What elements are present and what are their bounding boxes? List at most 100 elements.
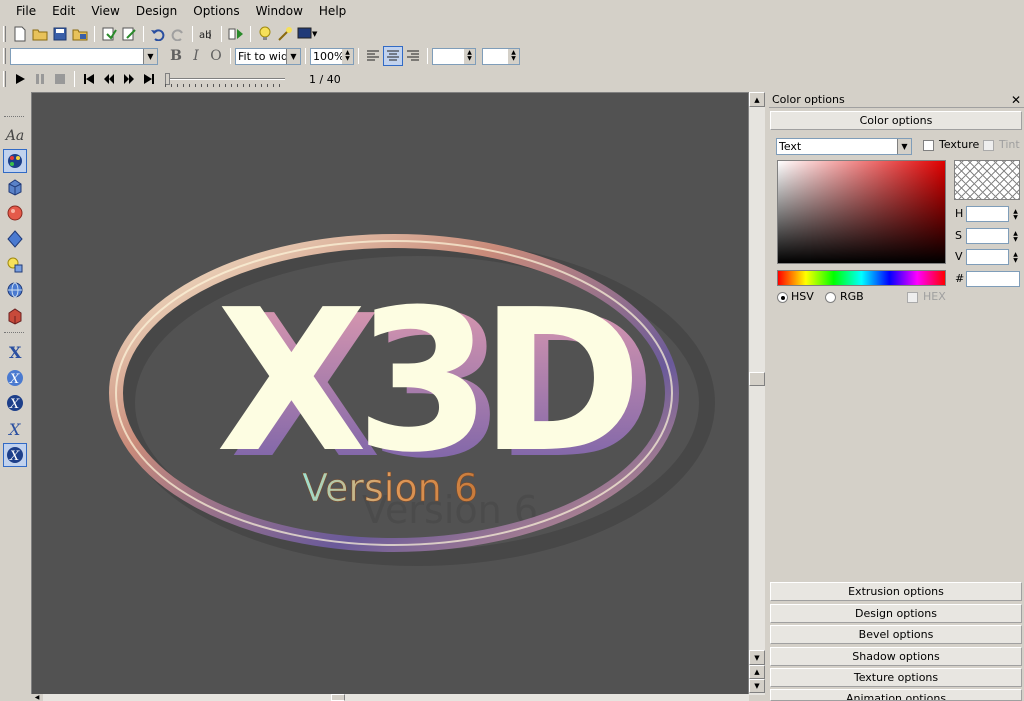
align-center-icon[interactable] [383,46,403,66]
new-file-icon[interactable] [10,24,30,44]
menu-design[interactable]: Design [128,0,185,22]
menu-window[interactable]: Window [248,0,311,22]
open-folder-icon[interactable] [30,24,50,44]
menu-edit[interactable]: Edit [44,0,83,22]
extrude-tool-icon[interactable] [3,175,27,199]
x-style-4-icon[interactable]: X [3,417,27,441]
color-preview-swatch [954,160,1020,200]
vertical-scrollbar[interactable]: ▲ ▼ ▲ ▼ [749,92,765,695]
fit-value: Fit to widt [238,49,293,63]
scroll-down-icon[interactable]: ▼ [749,650,765,665]
svg-text:X: X [9,449,20,464]
page-up-icon[interactable]: ▲ [749,665,765,679]
fit-combo[interactable]: Fit to widt ▼ [235,47,301,65]
texture-options-header[interactable]: Texture options [770,668,1022,687]
save-all-icon[interactable] [70,24,90,44]
x-style-2-icon[interactable]: X [3,366,27,390]
close-icon[interactable]: ✕ [1011,92,1021,108]
align-left-icon[interactable] [363,46,383,66]
next-frame-icon[interactable] [119,69,139,89]
bevel-options-header[interactable]: Bevel options [770,625,1022,644]
value-input[interactable] [966,249,1009,265]
frame-slider[interactable] [165,71,289,87]
play-icon[interactable] [10,69,30,89]
rgb-label: RGB [840,290,864,303]
text-tool-icon[interactable]: Aa [3,124,27,148]
logo-text: X3D [216,268,632,496]
menu-view[interactable]: View [83,0,127,22]
last-frame-icon[interactable] [139,69,159,89]
save-icon[interactable] [50,24,70,44]
extrusion-options-header[interactable]: Extrusion options [770,582,1022,601]
shadow-options-header[interactable]: Shadow options [770,647,1022,666]
lights-tool-icon[interactable] [3,253,27,277]
scroll-up-icon[interactable]: ▲ [749,92,765,107]
light-tool-icon[interactable] [3,227,27,251]
spinner-arrows-icon[interactable]: ▲ ▼ [1010,229,1021,244]
outline-button[interactable]: O [206,46,226,66]
hue-slider[interactable] [777,270,946,286]
panel-title: Color options ✕ [769,92,1024,108]
horizontal-scrollbar[interactable]: ◀ [31,694,749,701]
color-options-header[interactable]: Color options [770,111,1022,130]
spacing-spinner[interactable]: ▲ ▼ [432,47,476,65]
hue-input[interactable] [966,206,1009,222]
logo-subtitle: Version 6 [302,466,478,510]
spinner-arrows-icon[interactable]: ▲ ▼ [508,48,519,64]
x-style-5-icon[interactable]: X [3,443,27,467]
undo-icon[interactable] [148,24,168,44]
dropdown-arrow-icon[interactable]: ▼ [312,30,317,38]
color-target-value: Text [779,140,802,153]
size-spinner[interactable]: ▲ ▼ [482,47,520,65]
chevron-down-icon[interactable]: ▼ [286,48,300,64]
redo-icon[interactable] [168,24,188,44]
font-combo[interactable]: ▼ [10,47,158,65]
wand-icon[interactable] [275,24,295,44]
menu-help[interactable]: Help [311,0,354,22]
prev-frame-icon[interactable] [99,69,119,89]
stop-icon[interactable] [50,69,70,89]
saturation-value-picker[interactable] [777,160,946,264]
chevron-down-icon[interactable]: ▼ [897,139,911,154]
hex-checkbox[interactable] [907,292,918,303]
page-down-icon[interactable]: ▼ [749,679,765,693]
zoom-spinner[interactable]: 100% ▲ ▼ [310,47,354,65]
hex-color-input[interactable] [966,271,1020,287]
export-icon[interactable] [119,24,139,44]
hsv-radio[interactable] [777,292,788,303]
align-right-icon[interactable] [403,46,423,66]
color-target-select[interactable]: Text ▼ [776,138,912,155]
rgb-radio[interactable] [825,292,836,303]
x-style-3-icon[interactable]: X [3,391,27,415]
x-style-1-icon[interactable]: X [3,340,27,364]
color-tool-icon[interactable] [3,149,27,173]
canvas[interactable]: Version 6 X3D X3D Version 6 [31,92,749,695]
first-frame-icon[interactable] [79,69,99,89]
scroll-thumb[interactable] [749,372,765,386]
import-icon[interactable] [99,24,119,44]
menu-file[interactable]: File [8,0,44,22]
box-tool-icon[interactable] [3,304,27,328]
sphere-tool-icon[interactable] [3,201,27,225]
italic-button[interactable]: I [186,46,206,66]
render-icon[interactable] [226,24,246,44]
saturation-input[interactable] [966,228,1009,244]
texture-checkbox[interactable] [923,140,934,151]
globe-tool-icon[interactable] [3,278,27,302]
hscroll-thumb[interactable] [331,694,345,701]
spinner-arrows-icon[interactable]: ▲ ▼ [1010,207,1021,222]
svg-text:X: X [7,420,21,438]
tint-checkbox[interactable] [983,140,994,151]
animation-options-header[interactable]: Animation options [770,689,1022,701]
pause-icon[interactable] [30,69,50,89]
chevron-down-icon[interactable]: ▼ [143,48,157,64]
spell-check-icon[interactable]: ab [197,24,217,44]
menu-options[interactable]: Options [185,0,247,22]
spinner-arrows-icon[interactable]: ▲ ▼ [342,48,353,64]
spinner-arrows-icon[interactable]: ▲ ▼ [464,48,475,64]
bold-button[interactable]: B [166,46,186,66]
design-options-header[interactable]: Design options [770,604,1022,623]
scroll-left-icon[interactable]: ◀ [31,694,43,701]
spinner-arrows-icon[interactable]: ▲ ▼ [1010,250,1021,265]
light-bulb-icon[interactable] [255,24,275,44]
